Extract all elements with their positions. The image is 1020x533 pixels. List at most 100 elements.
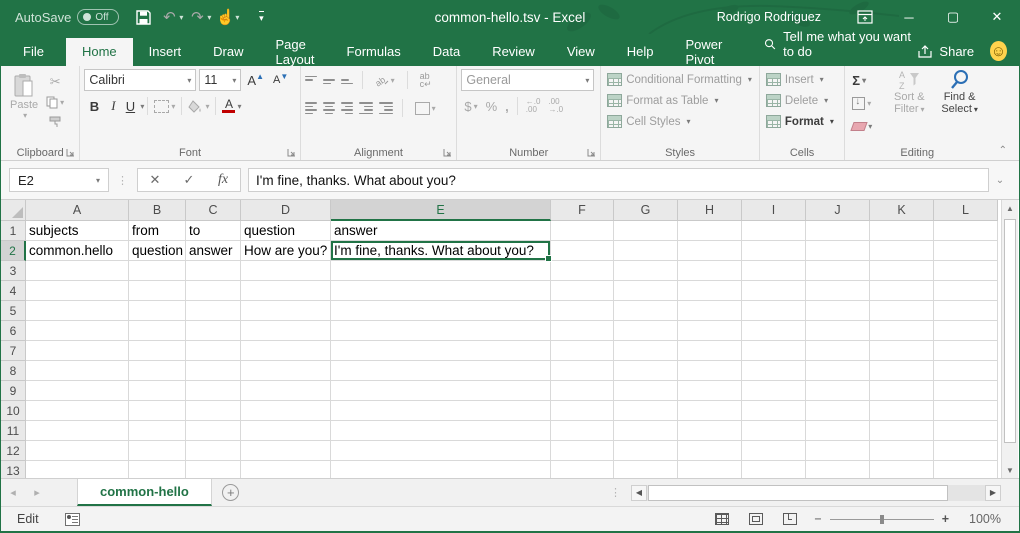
cell-K6[interactable] <box>870 321 934 341</box>
increase-font-button[interactable]: A▲ <box>244 69 267 91</box>
cell-A10[interactable] <box>26 401 129 421</box>
column-header-J[interactable]: J <box>806 200 870 221</box>
cell-G7[interactable] <box>614 341 678 361</box>
cell-L3[interactable] <box>934 261 998 281</box>
font-color-button[interactable]: A ▾ <box>219 95 244 117</box>
cell-F7[interactable] <box>551 341 614 361</box>
cell-E10[interactable] <box>331 401 551 421</box>
tell-me-box[interactable]: Tell me what you want to do <box>764 29 917 66</box>
column-header-H[interactable]: H <box>678 200 742 221</box>
font-name-combo[interactable]: Calibri▾ <box>84 69 196 91</box>
row-header-2[interactable]: 2 <box>1 241 26 261</box>
cell-H10[interactable] <box>678 401 742 421</box>
fill-button[interactable]: ▾ <box>849 92 884 114</box>
cell-J4[interactable] <box>806 281 870 301</box>
cell-I9[interactable] <box>742 381 806 401</box>
cell-G3[interactable] <box>614 261 678 281</box>
cell-C6[interactable] <box>186 321 241 341</box>
format-painter-button[interactable] <box>43 113 67 131</box>
cell-H8[interactable] <box>678 361 742 381</box>
row-header-6[interactable]: 6 <box>1 321 26 341</box>
normal-view-button[interactable] <box>712 511 732 527</box>
bold-button[interactable]: B <box>84 95 104 117</box>
new-sheet-button[interactable]: + <box>212 479 250 506</box>
align-right-button[interactable] <box>341 102 353 114</box>
cell-D11[interactable] <box>241 421 331 441</box>
minimize-button[interactable]: ─ <box>887 0 931 34</box>
cell-B11[interactable] <box>129 421 186 441</box>
tab-data[interactable]: Data <box>417 38 476 66</box>
cell-E7[interactable] <box>331 341 551 361</box>
cell-L6[interactable] <box>934 321 998 341</box>
cell-L10[interactable] <box>934 401 998 421</box>
share-button[interactable]: Share <box>917 44 974 66</box>
format-as-table-button[interactable]: Format as Table▾ <box>605 90 755 111</box>
cell-E1[interactable]: answer <box>331 221 551 241</box>
alignment-dialog-launcher[interactable] <box>443 148 453 158</box>
tab-view[interactable]: View <box>551 38 611 66</box>
scroll-up-arrow[interactable]: ▲ <box>1002 200 1018 217</box>
cell-E4[interactable] <box>331 281 551 301</box>
column-header-G[interactable]: G <box>614 200 678 221</box>
clipboard-dialog-launcher[interactable] <box>66 148 76 158</box>
cell-G11[interactable] <box>614 421 678 441</box>
cell-C2[interactable]: answer <box>186 241 241 261</box>
row-header-10[interactable]: 10 <box>1 401 26 421</box>
column-header-L[interactable]: L <box>934 200 998 221</box>
cell-C4[interactable] <box>186 281 241 301</box>
row-header-9[interactable]: 9 <box>1 381 26 401</box>
column-header-D[interactable]: D <box>241 200 331 221</box>
sheet-tab-common-hello[interactable]: common-hello <box>77 479 212 506</box>
cell-J2[interactable] <box>806 241 870 261</box>
cell-K2[interactable] <box>870 241 934 261</box>
cell-D12[interactable] <box>241 441 331 461</box>
row-header-1[interactable]: 1 <box>1 221 26 241</box>
cell-A3[interactable] <box>26 261 129 281</box>
feedback-button[interactable]: ☺ <box>990 41 1007 61</box>
cell-C11[interactable] <box>186 421 241 441</box>
cell-B12[interactable] <box>129 441 186 461</box>
accounting-format-button[interactable]: $▾ <box>461 95 480 117</box>
page-break-preview-button[interactable] <box>780 511 800 527</box>
cell-J3[interactable] <box>806 261 870 281</box>
cell-J7[interactable] <box>806 341 870 361</box>
decrease-indent-button[interactable] <box>359 102 373 114</box>
cell-L9[interactable] <box>934 381 998 401</box>
cell-K5[interactable] <box>870 301 934 321</box>
borders-button[interactable]: ▾ <box>151 95 178 117</box>
cell-I11[interactable] <box>742 421 806 441</box>
cut-button[interactable]: ✂ <box>43 73 67 91</box>
clear-button[interactable]: ▾ <box>849 115 884 137</box>
cell-F12[interactable] <box>551 441 614 461</box>
cell-E6[interactable] <box>331 321 551 341</box>
cell-L11[interactable] <box>934 421 998 441</box>
cell-A9[interactable] <box>26 381 129 401</box>
cell-B6[interactable] <box>129 321 186 341</box>
cell-C9[interactable] <box>186 381 241 401</box>
zoom-level[interactable]: 100% <box>963 512 1001 526</box>
cell-H3[interactable] <box>678 261 742 281</box>
cell-F4[interactable] <box>551 281 614 301</box>
enter-button[interactable]: ✓ <box>172 169 206 191</box>
tab-file[interactable]: File <box>1 38 66 66</box>
expand-formula-bar-button[interactable]: ⌄ <box>989 175 1011 186</box>
row-header-5[interactable]: 5 <box>1 301 26 321</box>
name-box-dropdown[interactable]: ▾ <box>96 176 100 185</box>
name-box[interactable]: E2 ▾ <box>9 168 109 192</box>
cell-B8[interactable] <box>129 361 186 381</box>
increase-decimal-button[interactable]: ←.0 .00 <box>523 95 544 117</box>
vertical-scrollbar-thumb[interactable] <box>1004 219 1016 443</box>
zoom-slider[interactable] <box>830 519 934 520</box>
cell-F6[interactable] <box>551 321 614 341</box>
font-size-combo[interactable]: 11▾ <box>199 69 241 91</box>
orientation-button[interactable]: ab ▾ <box>372 69 398 91</box>
cell-B5[interactable] <box>129 301 186 321</box>
formula-input[interactable]: I'm fine, thanks. What about you? <box>248 168 989 192</box>
zoom-in-button[interactable]: + <box>942 512 949 526</box>
cell-H4[interactable] <box>678 281 742 301</box>
cell-K1[interactable] <box>870 221 934 241</box>
cell-I3[interactable] <box>742 261 806 281</box>
horizontal-scrollbar-thumb[interactable] <box>648 485 948 501</box>
cell-C8[interactable] <box>186 361 241 381</box>
cell-H12[interactable] <box>678 441 742 461</box>
